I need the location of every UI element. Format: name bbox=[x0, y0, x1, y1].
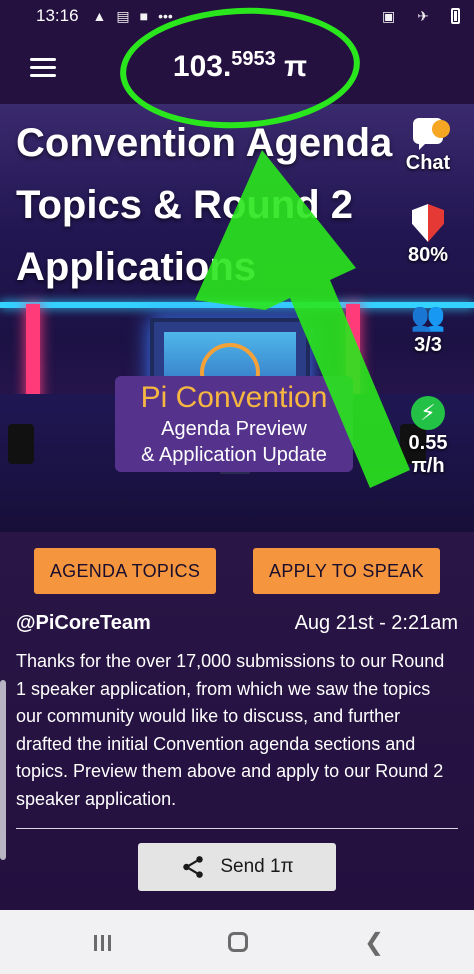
mining-rate-widget[interactable]: ⚡ 0.55 π/h bbox=[398, 396, 458, 478]
card-line-1: Agenda Preview bbox=[161, 418, 307, 440]
battery-icon bbox=[451, 8, 460, 24]
notification-dot bbox=[432, 120, 450, 138]
post-date: Aug 21st - 2:21am bbox=[294, 612, 458, 634]
divider bbox=[16, 828, 458, 829]
recent-apps-icon[interactable] bbox=[94, 930, 115, 958]
card-line-2: & Application Update bbox=[141, 444, 327, 466]
status-time: 13:16 bbox=[36, 6, 79, 25]
team-label: 3/3 bbox=[414, 334, 442, 356]
sim-icon: ▣ bbox=[382, 7, 396, 24]
chat-label: Chat bbox=[405, 152, 451, 174]
shield-icon bbox=[412, 204, 444, 242]
card-title: Pi Convention bbox=[140, 381, 328, 414]
hero-title: Convention Agenda Topics & Round 2 Appli… bbox=[16, 112, 396, 298]
apply-to-speak-button[interactable]: APPLY TO SPEAK bbox=[253, 548, 440, 594]
security-label: 80% bbox=[407, 244, 449, 266]
send-label: Send 1π bbox=[220, 856, 294, 877]
system-nav-bar: ❮ bbox=[0, 910, 474, 974]
share-icon bbox=[183, 856, 204, 878]
scroll-indicator bbox=[0, 680, 6, 860]
news-icon: ▤ bbox=[116, 7, 130, 24]
hero-title-line3: Applications bbox=[16, 245, 257, 289]
rate-value: 0.55 bbox=[408, 432, 448, 454]
lightning-icon: ⚡ bbox=[411, 396, 445, 430]
warning-icon: ▲ bbox=[92, 8, 107, 24]
rate-unit: π/h bbox=[411, 455, 445, 477]
speaker-left bbox=[8, 424, 34, 464]
bag-icon: ■ bbox=[139, 8, 149, 24]
send-button[interactable]: Send 1π bbox=[138, 843, 336, 891]
team-widget[interactable]: 👥 3/3 bbox=[398, 300, 458, 357]
agenda-topics-button[interactable]: AGENDA TOPICS bbox=[34, 548, 216, 594]
post-body: Thanks for the over 17,000 submissions t… bbox=[16, 651, 445, 809]
announcement-section: AGENDA TOPICS APPLY TO SPEAK @PiCoreTeam… bbox=[0, 532, 474, 910]
people-icon: 👥 bbox=[410, 301, 446, 332]
status-right: ▣ ✈ bbox=[382, 8, 460, 25]
convention-card: Pi Convention Agenda Preview & Applicati… bbox=[115, 376, 353, 472]
post-author: @PiCoreTeam bbox=[16, 612, 151, 634]
menu-icon[interactable] bbox=[30, 58, 56, 78]
airplane-icon: ✈ bbox=[417, 7, 429, 24]
hero-title-line2: Topics & Round 2 bbox=[16, 183, 354, 227]
back-icon[interactable]: ❮ bbox=[364, 928, 384, 957]
home-icon[interactable] bbox=[228, 932, 248, 952]
chat-widget[interactable]: Chat bbox=[398, 118, 458, 175]
security-widget[interactable]: 80% bbox=[398, 204, 458, 267]
